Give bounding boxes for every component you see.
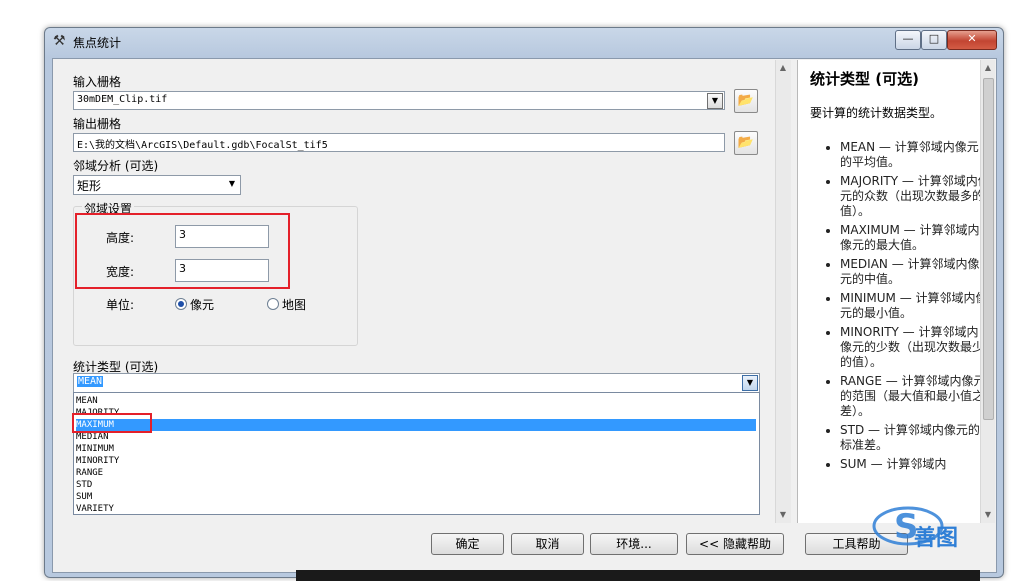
window-title: 焦点统计 <box>73 36 122 50</box>
input-raster-value: 30mDEM_Clip.tif <box>77 94 168 105</box>
input-raster-combo[interactable]: 30mDEM_Clip.tif ▼ <box>73 91 725 110</box>
folder-open-icon: 📂 <box>737 93 755 108</box>
dropdown-option-majority[interactable]: MAJORITY <box>76 407 756 419</box>
unit-map-label: 地图 <box>282 298 307 312</box>
watermark-text: 善图 <box>914 526 959 551</box>
help-panel: 统计类型 (可选) 要计算的统计数据类型。 MEAN — 计算邻域内像元的平均值… <box>797 60 995 523</box>
unit-map-radio[interactable] <box>267 298 279 310</box>
hide-help-button[interactable]: << 隐藏帮助 <box>686 533 784 555</box>
background-image-strip <box>296 570 980 581</box>
title-bar[interactable]: ⚒ 焦点统计 — □ ✕ <box>45 28 1003 54</box>
hammer-icon: ⚒ <box>53 33 66 49</box>
units-label: 单位: <box>106 298 135 312</box>
help-item: MAJORITY — 计算邻域内像元的众数（出现次数最多的值）。 <box>840 174 990 219</box>
help-item: RANGE — 计算邻域内像元的范围（最大值和最小值之差）。 <box>840 374 990 419</box>
cancel-button[interactable]: 取消 <box>511 533 584 555</box>
dropdown-option-std[interactable]: STD <box>76 479 756 491</box>
statistics-type-dropdown: MEAN MAJORITY MAXIMUM MEDIAN MINIMUM MIN… <box>73 392 760 515</box>
help-title: 统计类型 (可选) <box>810 70 919 88</box>
scroll-down-icon[interactable]: ▼ <box>981 510 995 519</box>
input-raster-browse-button[interactable]: 📂 <box>734 89 758 113</box>
dropdown-option-minimum[interactable]: MINIMUM <box>76 443 756 455</box>
neighborhood-value: 矩形 <box>77 179 102 193</box>
annotation-box-maximum <box>72 413 152 433</box>
maximize-button[interactable]: □ <box>921 30 947 50</box>
help-item: STD — 计算邻域内像元的标准差。 <box>840 423 990 453</box>
help-item: SUM — 计算邻域内 <box>840 457 990 472</box>
dialog-client-area: 输入栅格 30mDEM_Clip.tif ▼ 📂 输出栅格 E:\我的文档\Ar… <box>52 58 997 573</box>
close-button[interactable]: ✕ <box>947 30 997 50</box>
statistics-type-combo[interactable]: MEAN ▼ <box>73 373 760 393</box>
output-raster-label: 输出栅格 <box>73 117 122 131</box>
dropdown-option-median[interactable]: MEDIAN <box>76 431 756 443</box>
chevron-down-icon[interactable]: ▼ <box>225 177 239 191</box>
help-item: MEDIAN — 计算邻域内像元的中值。 <box>840 257 990 287</box>
folder-open-icon: 📂 <box>737 135 755 150</box>
dropdown-option-range[interactable]: RANGE <box>76 467 756 479</box>
neighborhood-select[interactable]: 矩形 ▼ <box>73 175 241 195</box>
help-scrollbar[interactable]: ▲ ▼ <box>980 60 995 523</box>
minimize-button[interactable]: — <box>895 30 921 50</box>
output-raster-value: E:\我的文档\ArcGIS\Default.gdb\FocalSt_tif5 <box>77 140 328 151</box>
tool-dialog-window: ⚒ 焦点统计 — □ ✕ 输入栅格 30mDEM_Clip.tif ▼ 📂 输出… <box>44 27 1004 578</box>
scroll-up-icon[interactable]: ▲ <box>981 63 995 72</box>
dropdown-option-maximum[interactable]: MAXIMUM <box>76 419 756 431</box>
statistics-type-value: MEAN <box>77 376 104 387</box>
neighborhood-label: 邻域分析 (可选) <box>73 159 159 173</box>
chevron-down-icon[interactable]: ▼ <box>707 93 723 109</box>
output-raster-input[interactable]: E:\我的文档\ArcGIS\Default.gdb\FocalSt_tif5 <box>73 133 725 152</box>
unit-cell-radio[interactable] <box>175 298 187 310</box>
help-item: MINORITY — 计算邻域内像元的少数（出现次数最少的值）。 <box>840 325 990 370</box>
help-description: 要计算的统计数据类型。 <box>810 106 943 120</box>
form-scrollbar[interactable]: ▲ ▼ <box>775 60 791 523</box>
scroll-up-icon[interactable]: ▲ <box>776 63 790 72</box>
scroll-down-icon[interactable]: ▼ <box>776 510 790 519</box>
dropdown-option-mean[interactable]: MEAN <box>76 395 756 407</box>
dropdown-option-sum[interactable]: SUM <box>76 491 756 503</box>
chevron-down-icon[interactable]: ▼ <box>742 375 758 391</box>
input-raster-label: 输入栅格 <box>73 75 122 89</box>
parameters-form: 输入栅格 30mDEM_Clip.tif ▼ 📂 输出栅格 E:\我的文档\Ar… <box>54 60 774 523</box>
unit-cell-label: 像元 <box>190 298 215 312</box>
help-item: MAXIMUM — 计算邻域内像元的最大值。 <box>840 223 990 253</box>
dropdown-option-minority[interactable]: MINORITY <box>76 455 756 467</box>
help-scroll-thumb[interactable] <box>983 78 994 420</box>
dropdown-option-variety[interactable]: VARIETY <box>76 503 756 515</box>
output-raster-browse-button[interactable]: 📂 <box>734 131 758 155</box>
help-item: MINIMUM — 计算邻域内像元的最小值。 <box>840 291 990 321</box>
environments-button[interactable]: 环境... <box>590 533 678 555</box>
help-list: MEAN — 计算邻域内像元的平均值。 MAJORITY — 计算邻域内像元的众… <box>812 140 990 476</box>
ok-button[interactable]: 确定 <box>431 533 504 555</box>
annotation-box-height-width <box>75 213 290 289</box>
help-item: MEAN — 计算邻域内像元的平均值。 <box>840 140 990 170</box>
